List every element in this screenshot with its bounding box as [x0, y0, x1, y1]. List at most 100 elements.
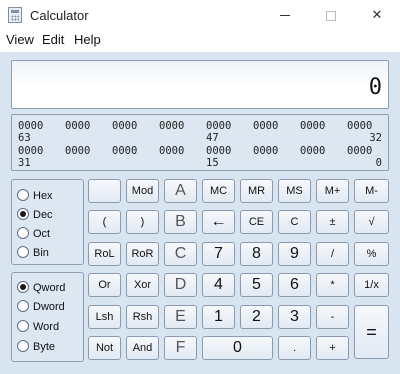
reciprocal-key[interactable]: 1/x [354, 273, 389, 297]
memory-store-key[interactable]: MS [278, 179, 311, 203]
multiply-key[interactable]: * [316, 273, 349, 297]
radio-hex[interactable]: Hex [17, 188, 53, 204]
calculator-icon [8, 7, 22, 23]
memory-clear-key[interactable]: MC [202, 179, 235, 203]
memory-add-key[interactable]: M+ [316, 179, 349, 203]
radio-circle-icon [17, 189, 29, 202]
radio-byte[interactable]: Byte [17, 339, 55, 355]
square-root-key[interactable]: √ [354, 210, 389, 234]
radio-dword[interactable]: Dword [17, 299, 65, 315]
not-key[interactable]: Not [88, 336, 121, 360]
bit-labels-high: 63 47 32 [18, 132, 382, 145]
digit-9-key[interactable]: 9 [278, 242, 311, 266]
digit-5-key[interactable]: 5 [240, 273, 273, 297]
bit-group: 0000 [347, 120, 373, 132]
digit-3-key[interactable]: 3 [278, 305, 311, 329]
title-bar: Calculator ✕ [0, 0, 400, 30]
radio-circle-icon [17, 246, 29, 259]
open-paren-key[interactable]: ( [88, 210, 121, 234]
window-title: Calculator [30, 8, 89, 23]
radio-oct[interactable]: Oct [17, 226, 50, 242]
radio-qword[interactable]: Qword [17, 280, 65, 296]
menu-help[interactable]: Help [74, 32, 101, 47]
bit-position-label: 47 [206, 132, 219, 144]
clear-entry-key[interactable]: CE [240, 210, 273, 234]
hex-b-key[interactable]: B [164, 210, 197, 234]
rotate-left-key[interactable]: RoL [88, 242, 121, 266]
digit-2-key[interactable]: 2 [240, 305, 273, 329]
bit-group: 0000 [347, 145, 373, 157]
bit-group: 0000 [65, 120, 91, 132]
bit-labels-low: 31 15 0 [18, 157, 382, 170]
radio-circle-icon [17, 300, 29, 313]
minimize-button[interactable] [262, 0, 308, 30]
bit-group: 0000 [18, 120, 44, 132]
digit-8-key[interactable]: 8 [240, 242, 273, 266]
bit-group: 0000 [112, 145, 138, 157]
bit-group: 0000 [206, 145, 232, 157]
decimal-key[interactable]: . [278, 336, 311, 360]
menu-bar: View Edit Help [0, 30, 400, 50]
clear-key[interactable]: C [278, 210, 311, 234]
and-key[interactable]: And [126, 336, 159, 360]
display-value: 0 [368, 75, 382, 100]
backspace-key[interactable]: ← [202, 210, 235, 234]
digit-7-key[interactable]: 7 [202, 242, 235, 266]
bit-group: 0000 [18, 145, 44, 157]
word-size-group: Qword Dword Word Byte [11, 272, 84, 362]
bit-group: 0000 [253, 145, 279, 157]
hex-f-key[interactable]: F [164, 336, 197, 360]
add-key[interactable]: + [316, 336, 349, 360]
hex-a-key[interactable]: A [164, 179, 197, 203]
subtract-key[interactable]: - [316, 305, 349, 329]
bit-group: 0000 [159, 120, 185, 132]
bit-panel: 0000 0000 0000 0000 0000 0000 0000 0000 … [11, 114, 389, 171]
hex-c-key[interactable]: C [164, 242, 197, 266]
bit-group: 0000 [300, 145, 326, 157]
memory-recall-key[interactable]: MR [240, 179, 273, 203]
close-icon: ✕ [371, 7, 383, 22]
bit-position-label: 0 [375, 157, 382, 169]
negate-key[interactable]: ± [316, 210, 349, 234]
close-button[interactable]: ✕ [354, 0, 400, 30]
divide-key[interactable]: / [316, 242, 349, 266]
bit-position-label: 15 [206, 157, 219, 169]
bit-group: 0000 [65, 145, 91, 157]
maximize-icon [326, 10, 336, 21]
xor-key[interactable]: Xor [126, 273, 159, 297]
percent-key[interactable]: % [354, 242, 389, 266]
right-shift-key[interactable]: Rsh [126, 305, 159, 329]
left-shift-key[interactable]: Lsh [88, 305, 121, 329]
rotate-right-key[interactable]: RoR [126, 242, 159, 266]
or-key[interactable]: Or [88, 273, 121, 297]
hex-e-key[interactable]: E [164, 305, 197, 329]
digit-0-key[interactable]: 0 [202, 336, 273, 360]
hex-d-key[interactable]: D [164, 273, 197, 297]
maximize-button[interactable] [308, 0, 354, 30]
mod-key[interactable]: Mod [126, 179, 159, 203]
base-group: Hex Dec Oct Bin [11, 179, 84, 265]
menu-view[interactable]: View [6, 32, 34, 47]
bit-position-label: 32 [369, 132, 382, 144]
memory-subtract-key[interactable]: M- [354, 179, 389, 203]
close-paren-key[interactable]: ) [126, 210, 159, 234]
blank-key [88, 179, 121, 203]
menu-edit[interactable]: Edit [42, 32, 64, 47]
radio-circle-icon [17, 208, 29, 221]
radio-bin[interactable]: Bin [17, 245, 49, 261]
minimize-icon [280, 15, 290, 17]
radio-circle-icon [17, 340, 29, 353]
digit-6-key[interactable]: 6 [278, 273, 311, 297]
radio-dec[interactable]: Dec [17, 207, 53, 223]
digit-1-key[interactable]: 1 [202, 305, 235, 329]
radio-word[interactable]: Word [17, 319, 59, 335]
bit-group: 0000 [112, 120, 138, 132]
radio-circle-icon [17, 320, 29, 333]
display: 0 [11, 60, 389, 109]
radio-circle-icon [17, 227, 29, 240]
digit-4-key[interactable]: 4 [202, 273, 235, 297]
equals-key[interactable]: = [354, 305, 389, 359]
bit-position-label: 31 [18, 157, 31, 169]
calculator-body: 0 0000 0000 0000 0000 0000 0000 0000 000… [0, 52, 400, 374]
bit-group: 0000 [300, 120, 326, 132]
